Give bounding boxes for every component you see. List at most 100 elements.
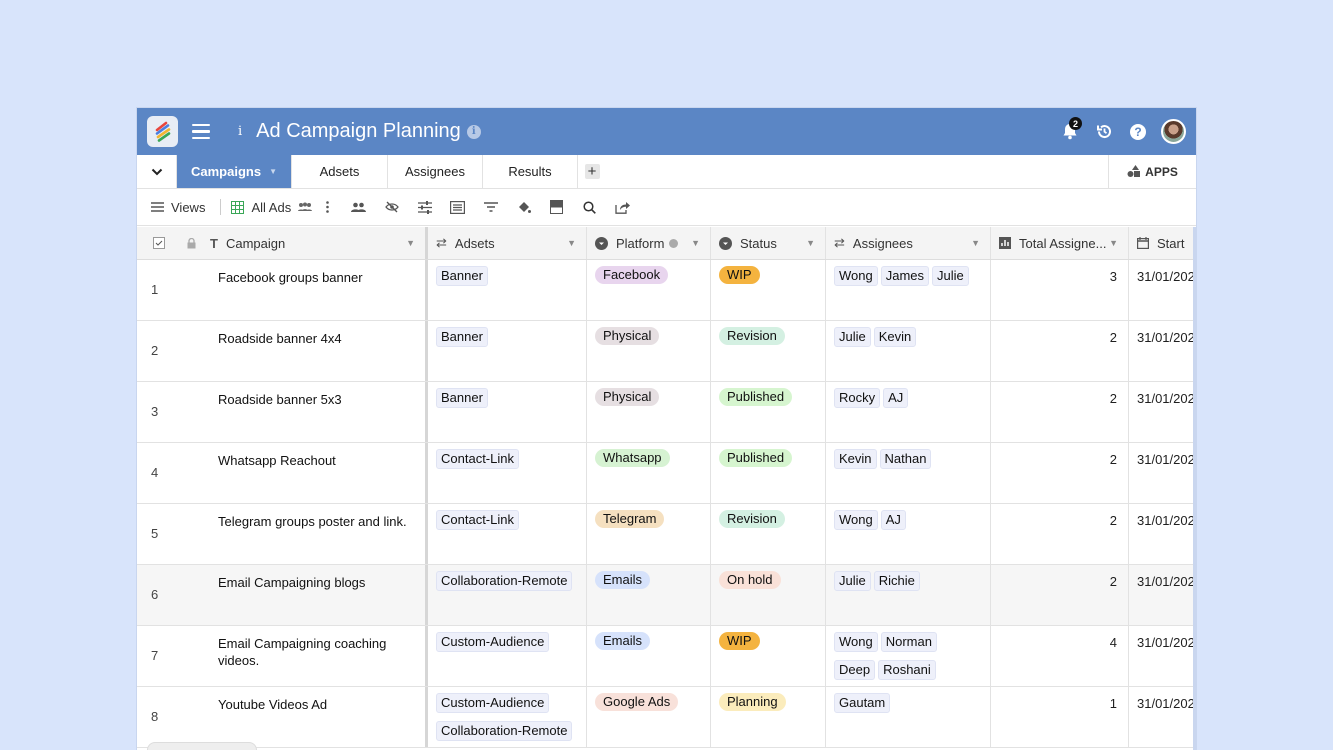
assignee-chip[interactable]: Roshani xyxy=(878,660,936,680)
assignee-chip[interactable]: Gautam xyxy=(834,693,891,713)
platform-cell[interactable]: Physical xyxy=(587,321,711,381)
status-cell[interactable]: Planning xyxy=(711,687,826,747)
column-header-status[interactable]: Status ▼ xyxy=(711,227,826,259)
assignee-chip[interactable]: Wong xyxy=(834,632,878,652)
platform-cell[interactable]: Emails xyxy=(587,565,711,625)
column-header-start[interactable]: Start xyxy=(1129,227,1196,259)
hide-fields-button[interactable] xyxy=(375,201,408,213)
user-avatar[interactable] xyxy=(1161,119,1186,144)
assignee-chip[interactable]: Kevin xyxy=(873,327,917,347)
campaign-cell[interactable]: 5 Telegram groups poster and link. xyxy=(137,504,428,564)
assignee-chip[interactable]: Julie xyxy=(834,327,871,347)
table-row[interactable]: 8 Youtube Videos Ad Custom-Audience Collabo… xyxy=(137,687,1196,748)
column-header-total-assignees[interactable]: Total Assigne... ▼ xyxy=(991,227,1129,259)
status-cell[interactable]: Published xyxy=(711,382,826,442)
campaign-cell[interactable]: 7 Email Campaigning coaching videos. xyxy=(137,626,428,686)
column-menu-icon[interactable]: ▼ xyxy=(406,238,415,248)
column-menu-icon[interactable]: ▼ xyxy=(567,238,576,248)
status-cell[interactable]: Revision xyxy=(711,504,826,564)
table-row[interactable]: 5 Telegram groups poster and link. Contact… xyxy=(137,504,1196,565)
status-cell[interactable]: WIP xyxy=(711,626,826,686)
assignees-cell[interactable]: Julie Kevin xyxy=(826,321,991,381)
assignee-chip[interactable]: Rocky xyxy=(834,388,881,408)
adset-chip[interactable]: Custom-Audience xyxy=(436,693,550,713)
history-button[interactable] xyxy=(1087,108,1121,155)
total-assignees-cell[interactable]: 2 xyxy=(991,565,1129,625)
assignee-chip[interactable]: AJ xyxy=(883,388,909,408)
status-cell[interactable]: On hold xyxy=(711,565,826,625)
assignee-chip[interactable]: Julie xyxy=(932,266,969,286)
assignee-chip[interactable]: Kevin xyxy=(834,449,877,469)
search-button[interactable] xyxy=(573,200,606,214)
table-row[interactable]: 2 Roadside banner 4x4 Banner Physical Revisi… xyxy=(137,321,1196,382)
status-cell[interactable]: WIP xyxy=(711,260,826,320)
assignee-chip[interactable]: Julie xyxy=(834,571,871,591)
adset-chip[interactable]: Contact-Link xyxy=(436,449,519,469)
platform-cell[interactable]: Google Ads xyxy=(587,687,711,747)
caret-down-icon[interactable]: ▼ xyxy=(269,167,277,176)
campaign-cell[interactable]: 2 Roadside banner 4x4 xyxy=(137,321,428,381)
adsets-cell[interactable]: Collaboration-Remote xyxy=(428,565,587,625)
adset-chip[interactable]: Collaboration-Remote xyxy=(436,721,573,741)
table-row[interactable]: 6 Email Campaigning blogs Collaboration-Re… xyxy=(137,565,1196,626)
column-menu-icon[interactable]: ▼ xyxy=(691,238,700,248)
share-users-button[interactable] xyxy=(342,202,375,212)
campaign-cell[interactable]: 6 Email Campaigning blogs xyxy=(137,565,428,625)
share-button[interactable] xyxy=(606,201,639,214)
campaign-cell[interactable]: 3 Roadside banner 5x3 xyxy=(137,382,428,442)
current-view-button[interactable]: All Ads xyxy=(231,200,313,215)
assignees-cell[interactable]: Wong Norman Deep Roshani xyxy=(826,626,991,686)
adsets-cell[interactable]: Contact-Link xyxy=(428,443,587,503)
row-height-button[interactable] xyxy=(441,200,474,214)
color-button[interactable] xyxy=(507,201,540,214)
campaign-cell[interactable]: 1 Facebook groups banner xyxy=(137,260,428,320)
horizontal-scrollbar[interactable] xyxy=(147,742,257,750)
start-date-cell[interactable]: 31/01/2023 xyxy=(1129,443,1196,503)
assignees-cell[interactable]: Gautam xyxy=(826,687,991,747)
adsets-cell[interactable]: Banner xyxy=(428,321,587,381)
start-date-cell[interactable]: 31/01/2023 xyxy=(1129,565,1196,625)
table-row[interactable]: 1 Facebook groups banner Banner Facebook WIP… xyxy=(137,260,1196,321)
tabs-collapse-button[interactable] xyxy=(137,155,177,188)
adset-chip[interactable]: Banner xyxy=(436,327,488,347)
settings-sliders-button[interactable] xyxy=(408,200,441,214)
vertical-scrollbar[interactable] xyxy=(1193,227,1196,750)
total-assignees-cell[interactable]: 1 xyxy=(991,687,1129,747)
start-date-cell[interactable]: 31/01/2023 xyxy=(1129,687,1196,747)
status-cell[interactable]: Revision xyxy=(711,321,826,381)
platform-cell[interactable]: Physical xyxy=(587,382,711,442)
apps-button[interactable]: APPS xyxy=(1108,155,1196,188)
start-date-cell[interactable]: 31/01/2023 xyxy=(1129,321,1196,381)
assignees-cell[interactable]: Wong James Julie xyxy=(826,260,991,320)
column-menu-icon[interactable]: ▼ xyxy=(971,238,980,248)
field-info-icon[interactable] xyxy=(669,238,679,248)
add-table-button[interactable]: + xyxy=(578,155,606,188)
table-row[interactable]: 3 Roadside banner 5x3 Banner Physical Publis… xyxy=(137,382,1196,443)
adset-chip[interactable]: Contact-Link xyxy=(436,510,519,530)
assignees-cell[interactable]: Rocky AJ xyxy=(826,382,991,442)
total-assignees-cell[interactable]: 2 xyxy=(991,382,1129,442)
column-header-assignees[interactable]: ⇄ Assignees ▼ xyxy=(826,227,991,259)
help-button[interactable]: ? xyxy=(1121,108,1155,155)
campaign-cell[interactable]: 8 Youtube Videos Ad xyxy=(137,687,428,747)
assignee-chip[interactable]: Norman xyxy=(880,632,937,652)
start-date-cell[interactable]: 31/01/2023 xyxy=(1129,260,1196,320)
notifications-button[interactable]: 2 xyxy=(1053,108,1087,155)
adset-chip[interactable]: Banner xyxy=(436,388,488,408)
column-menu-icon[interactable]: ▼ xyxy=(1109,238,1118,248)
total-assignees-cell[interactable]: 2 xyxy=(991,321,1129,381)
campaign-cell[interactable]: 4 Whatsapp Reachout xyxy=(137,443,428,503)
column-header-adsets[interactable]: ⇄ Adsets ▼ xyxy=(428,227,587,259)
assignee-chip[interactable]: James xyxy=(880,266,930,286)
adsets-cell[interactable]: Banner xyxy=(428,382,587,442)
adsets-cell[interactable]: Banner xyxy=(428,260,587,320)
title-info-icon[interactable]: i xyxy=(466,124,481,139)
assignees-cell[interactable]: Julie Richie xyxy=(826,565,991,625)
column-header-platform[interactable]: Platform ▼ xyxy=(587,227,711,259)
adsets-cell[interactable]: Custom-Audience xyxy=(428,626,587,686)
adsets-cell[interactable]: Custom-Audience Collaboration-Remote xyxy=(428,687,587,747)
select-all-checkbox[interactable] xyxy=(153,237,165,249)
platform-cell[interactable]: Whatsapp xyxy=(587,443,711,503)
status-cell[interactable]: Published xyxy=(711,443,826,503)
assignee-chip[interactable]: Nathan xyxy=(879,449,932,469)
